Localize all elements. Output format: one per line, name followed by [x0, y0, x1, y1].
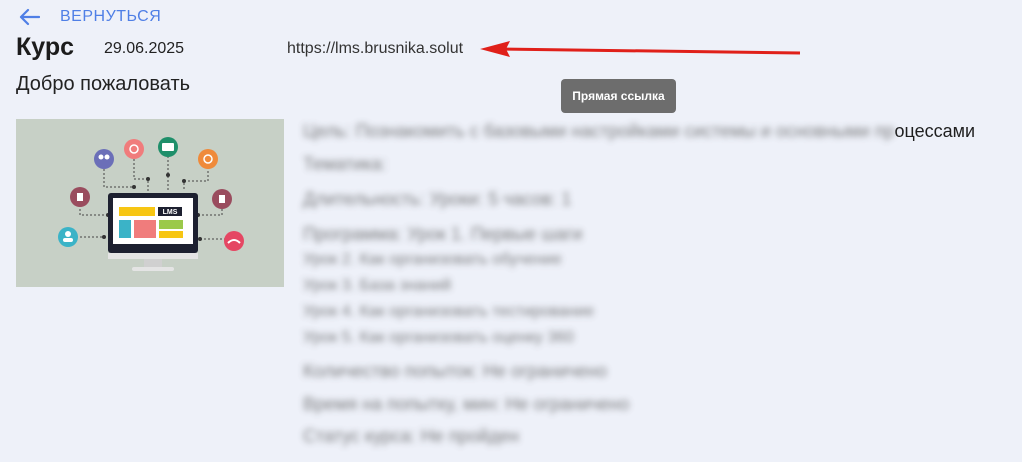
description-line: Длительность: Уроки: 5 часов: 1	[303, 189, 572, 209]
description-line: Статус курса: Не пройден	[303, 426, 520, 446]
description-line: Урок 3. База знаний	[303, 277, 452, 294]
description-line: Время на попытку, мин: Не ограничено	[303, 394, 630, 414]
course-direct-link[interactable]: https://lms.brusnika.solutions	[287, 40, 463, 58]
description-goal: Цель: Познакомить с базовыми настройками…	[303, 121, 975, 142]
description-goal-visible: оцессами	[894, 121, 976, 141]
description-line: Урок 5. Как организовать оценку 360	[303, 329, 575, 346]
back-link[interactable]: ВЕРНУТЬСЯ	[18, 5, 161, 29]
welcome-text: Добро пожаловать	[16, 73, 191, 95]
description-goal-blurred: Цель: Познакомить с базовыми настройками…	[303, 121, 895, 141]
direct-link-tooltip: Прямая ссылка	[561, 79, 676, 113]
back-label: ВЕРНУТЬСЯ	[60, 8, 162, 25]
course-date: 29.06.2025	[104, 40, 185, 57]
page-title: Курс	[16, 33, 75, 61]
arrow-left-icon	[19, 8, 40, 26]
description-line: Количество попыток: Не ограничено	[303, 361, 607, 381]
lms-badge: LMS	[163, 209, 178, 216]
course-thumbnail: LMS	[16, 119, 284, 287]
annotation-arrow-icon	[480, 41, 801, 57]
description-line: Программа: Урок 1. Первые шаги	[303, 224, 583, 244]
lms-illustration-icon: LMS	[58, 137, 244, 271]
description-line: Урок 4. Как организовать тестирование	[303, 303, 595, 320]
description-line: Тематика:	[303, 154, 387, 174]
description-line: Урок 2. Как организовать обучение	[303, 251, 562, 268]
